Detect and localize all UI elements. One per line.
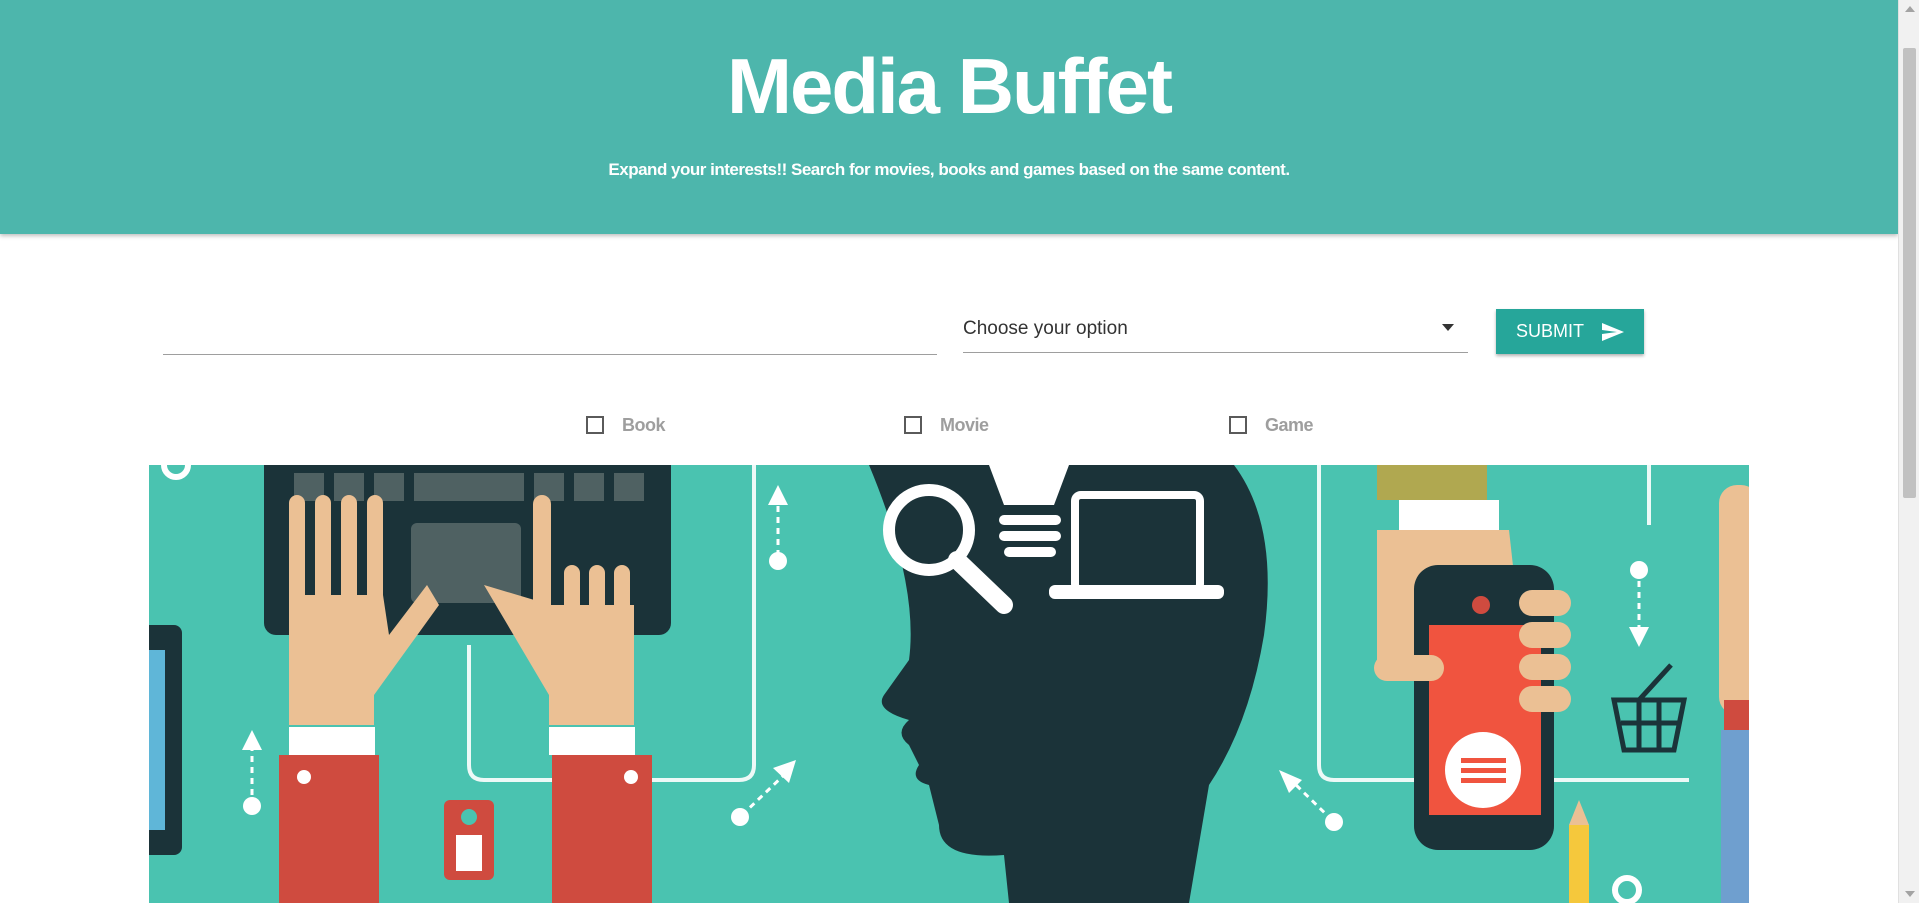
page-subtitle: Expand your interests!! Search for movie… bbox=[608, 160, 1290, 179]
media-type-select[interactable]: Choose your option bbox=[963, 306, 1468, 353]
game-label: Game bbox=[1265, 414, 1314, 435]
submit-button[interactable]: SUBMIT bbox=[1496, 309, 1644, 354]
illustration-svg bbox=[149, 465, 1749, 903]
checkbox-square[interactable] bbox=[904, 416, 922, 434]
select-value: Choose your option bbox=[963, 318, 1128, 339]
book-label: Book bbox=[622, 414, 666, 435]
movie-label: Movie bbox=[940, 414, 989, 435]
scroll-up-icon[interactable] bbox=[1905, 6, 1915, 12]
book-checkbox[interactable]: Book bbox=[586, 413, 666, 437]
scroll-down-icon[interactable] bbox=[1905, 891, 1915, 897]
caret-down-icon bbox=[1442, 324, 1454, 331]
movie-checkbox[interactable]: Movie bbox=[904, 413, 989, 437]
vertical-scrollbar[interactable] bbox=[1898, 0, 1919, 903]
search-input[interactable] bbox=[163, 306, 937, 355]
page-title: Media Buffet bbox=[727, 42, 1173, 130]
hero-illustration bbox=[149, 465, 1749, 903]
submit-label: SUBMIT bbox=[1515, 321, 1584, 341]
game-checkbox[interactable]: Game bbox=[1229, 413, 1314, 437]
checkbox-square[interactable] bbox=[586, 416, 604, 434]
checkbox-square[interactable] bbox=[1229, 416, 1247, 434]
header: Media Buffet Expand your interests!! Sea… bbox=[0, 0, 1898, 234]
scrollbar-thumb[interactable] bbox=[1903, 48, 1916, 498]
send-icon bbox=[1602, 322, 1624, 341]
